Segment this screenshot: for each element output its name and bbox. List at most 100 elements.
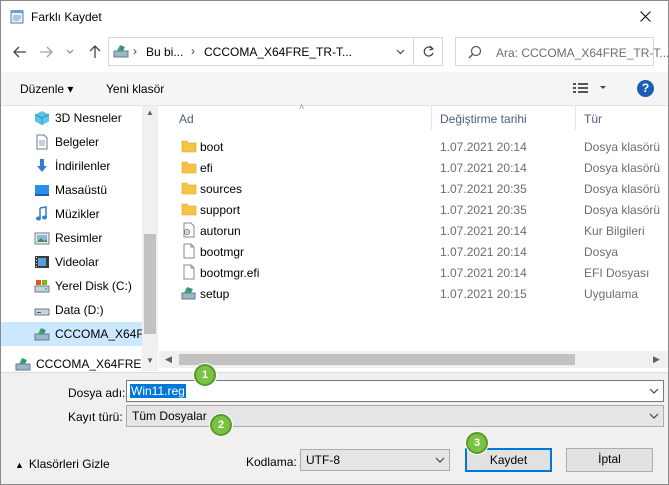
sidebar-scrollbar[interactable]: ▲ ▼	[142, 106, 158, 371]
sort-ascending-icon: ˄	[299, 102, 305, 112]
filename-value: Win11.reg	[130, 384, 186, 398]
column-header-type[interactable]: Tür	[584, 106, 602, 130]
file-row[interactable]: support 1.07.2021 20:35 Dosya klasörü	[177, 199, 667, 220]
folder-icon	[181, 140, 197, 153]
file-date: 1.07.2021 20:14	[440, 140, 527, 154]
file-type: EFI Dosyası	[584, 266, 650, 280]
column-divider[interactable]	[575, 106, 576, 130]
scroll-left-arrow-icon[interactable]: ◀	[165, 354, 172, 365]
column-header-date[interactable]: Değiştirme tarihi	[440, 106, 527, 130]
folder-icon	[181, 161, 197, 174]
file-type: Dosya klasörü	[584, 161, 661, 175]
filetype-select[interactable]: Tüm Dosyalar	[126, 405, 664, 427]
organize-button[interactable]: Düzenle ▾	[20, 82, 73, 96]
caret-up-icon: ▲	[15, 460, 24, 470]
3d-objects-icon	[34, 111, 50, 125]
annotation-badge: 3	[466, 432, 488, 454]
annotation-badge: 2	[210, 414, 232, 436]
sidebar-item-3d-objects[interactable]: 3D Nesneler	[1, 106, 141, 130]
arrow-right-icon	[40, 46, 53, 58]
file-row[interactable]: setup 1.07.2021 20:15 Uygulama	[177, 283, 667, 304]
breadcrumb-separator: ›	[133, 44, 137, 58]
navigation-bar: › Bu bi... › CCCOMA_X64FRE_TR-T... Ara: …	[1, 34, 669, 70]
file-date: 1.07.2021 20:14	[440, 224, 527, 238]
change-view-button[interactable]	[572, 81, 608, 98]
file-name: bootmgr	[200, 245, 245, 259]
scroll-right-arrow-icon[interactable]: ▶	[653, 354, 660, 365]
sidebar-item-cccoma-selected[interactable]: CCCOMA_X64FRE	[1, 322, 158, 346]
annotation-badge: 1	[194, 364, 216, 386]
sidebar-item-pictures[interactable]: Resimler	[1, 226, 141, 250]
sidebar-item-downloads[interactable]: İndirilenler	[1, 154, 141, 178]
close-icon	[639, 11, 651, 22]
back-button[interactable]	[10, 42, 30, 62]
breadcrumb-separator: ›	[191, 44, 195, 58]
command-bar: Düzenle ▾ Yeni klasör ?	[1, 72, 668, 106]
setup-app-icon	[181, 287, 196, 300]
folder-icon	[181, 203, 197, 216]
sidebar-item-local-disk-c[interactable]: Yerel Disk (C:)	[1, 274, 141, 298]
horizontal-scrollbar[interactable]: ◀ ▶	[159, 351, 668, 368]
file-date: 1.07.2021 20:35	[440, 182, 527, 196]
sidebar-item-cccoma[interactable]: CCCOMA_X64FRE	[1, 352, 141, 371]
sidebar-item-documents[interactable]: Belgeler	[1, 130, 141, 154]
search-icon	[468, 45, 482, 59]
breadcrumb-this-pc[interactable]: Bu bi...	[146, 45, 183, 59]
close-button[interactable]	[622, 1, 668, 32]
file-name: boot	[200, 140, 224, 154]
scroll-down-arrow-icon[interactable]: ▼	[146, 356, 154, 365]
file-row[interactable]: autorun 1.07.2021 20:14 Kur Bilgileri	[177, 220, 667, 241]
sidebar-item-label: İndirilenler	[55, 159, 111, 173]
breadcrumb-current-folder[interactable]: CCCOMA_X64FRE_TR-T...	[204, 45, 352, 59]
sidebar-item-desktop[interactable]: Masaüstü	[1, 178, 141, 202]
pictures-icon	[34, 232, 50, 245]
new-folder-button[interactable]: Yeni klasör	[106, 82, 164, 96]
file-type: Dosya	[584, 245, 619, 259]
file-row[interactable]: efi 1.07.2021 20:14 Dosya klasörü	[177, 157, 667, 178]
sidebar-item-label: CCCOMA_X64FRE	[36, 357, 142, 371]
scrollbar-thumb[interactable]	[144, 234, 156, 334]
help-button[interactable]: ?	[637, 80, 654, 97]
hide-folders-button[interactable]: ▲ Klasörleri Gizle	[15, 457, 110, 471]
up-button[interactable]	[85, 42, 105, 62]
file-date: 1.07.2021 20:14	[440, 161, 527, 175]
documents-icon	[36, 134, 48, 150]
file-icon	[183, 243, 195, 259]
file-type: Dosya klasörü	[584, 203, 661, 217]
sidebar-item-music[interactable]: Müzikler	[1, 202, 141, 226]
local-disk-icon	[34, 280, 50, 293]
window-title: Farklı Kaydet	[31, 10, 102, 24]
scrollbar-thumb[interactable]	[179, 354, 575, 365]
column-header-name[interactable]: Ad	[179, 106, 194, 130]
drive-icon	[34, 308, 50, 316]
scroll-up-arrow-icon[interactable]: ▲	[146, 108, 154, 117]
sidebar-item-label: Müzikler	[55, 207, 100, 221]
search-box[interactable]: Ara: CCCOMA_X64FRE_TR-T...	[455, 37, 669, 66]
chevron-down-icon	[396, 49, 404, 55]
encoding-select[interactable]: UTF-8	[300, 449, 450, 471]
forward-button[interactable]	[36, 42, 56, 62]
sidebar-item-label: Masaüstü	[55, 183, 108, 197]
dvd-drive-icon	[15, 358, 31, 371]
address-divider	[413, 38, 414, 65]
file-row[interactable]: bootmgr.efi 1.07.2021 20:14 EFI Dosyası	[177, 262, 667, 283]
arrow-left-icon	[13, 46, 26, 58]
sidebar-item-videos[interactable]: Videolar	[1, 250, 141, 274]
setup-info-icon	[183, 222, 195, 238]
recent-locations-button[interactable]	[63, 42, 77, 62]
file-row[interactable]: sources 1.07.2021 20:35 Dosya klasörü	[177, 178, 667, 199]
file-icon	[183, 264, 195, 280]
sidebar-item-data-d[interactable]: Data (D:)	[1, 298, 141, 322]
title-bar: Farklı Kaydet	[1, 1, 668, 32]
address-history-button[interactable]	[390, 42, 410, 62]
refresh-icon	[423, 45, 434, 57]
file-row[interactable]: bootmgr 1.07.2021 20:14 Dosya	[177, 241, 667, 262]
file-row[interactable]: boot 1.07.2021 20:14 Dosya klasörü	[177, 136, 667, 157]
encoding-label: Kodlama:	[246, 455, 297, 469]
refresh-button[interactable]	[418, 41, 438, 61]
dvd-drive-icon	[34, 328, 50, 341]
chevron-down-icon[interactable]	[649, 385, 659, 397]
address-bar[interactable]: › Bu bi... › CCCOMA_X64FRE_TR-T...	[108, 37, 443, 66]
column-divider[interactable]	[431, 106, 432, 130]
cancel-button[interactable]: İptal	[566, 448, 653, 472]
